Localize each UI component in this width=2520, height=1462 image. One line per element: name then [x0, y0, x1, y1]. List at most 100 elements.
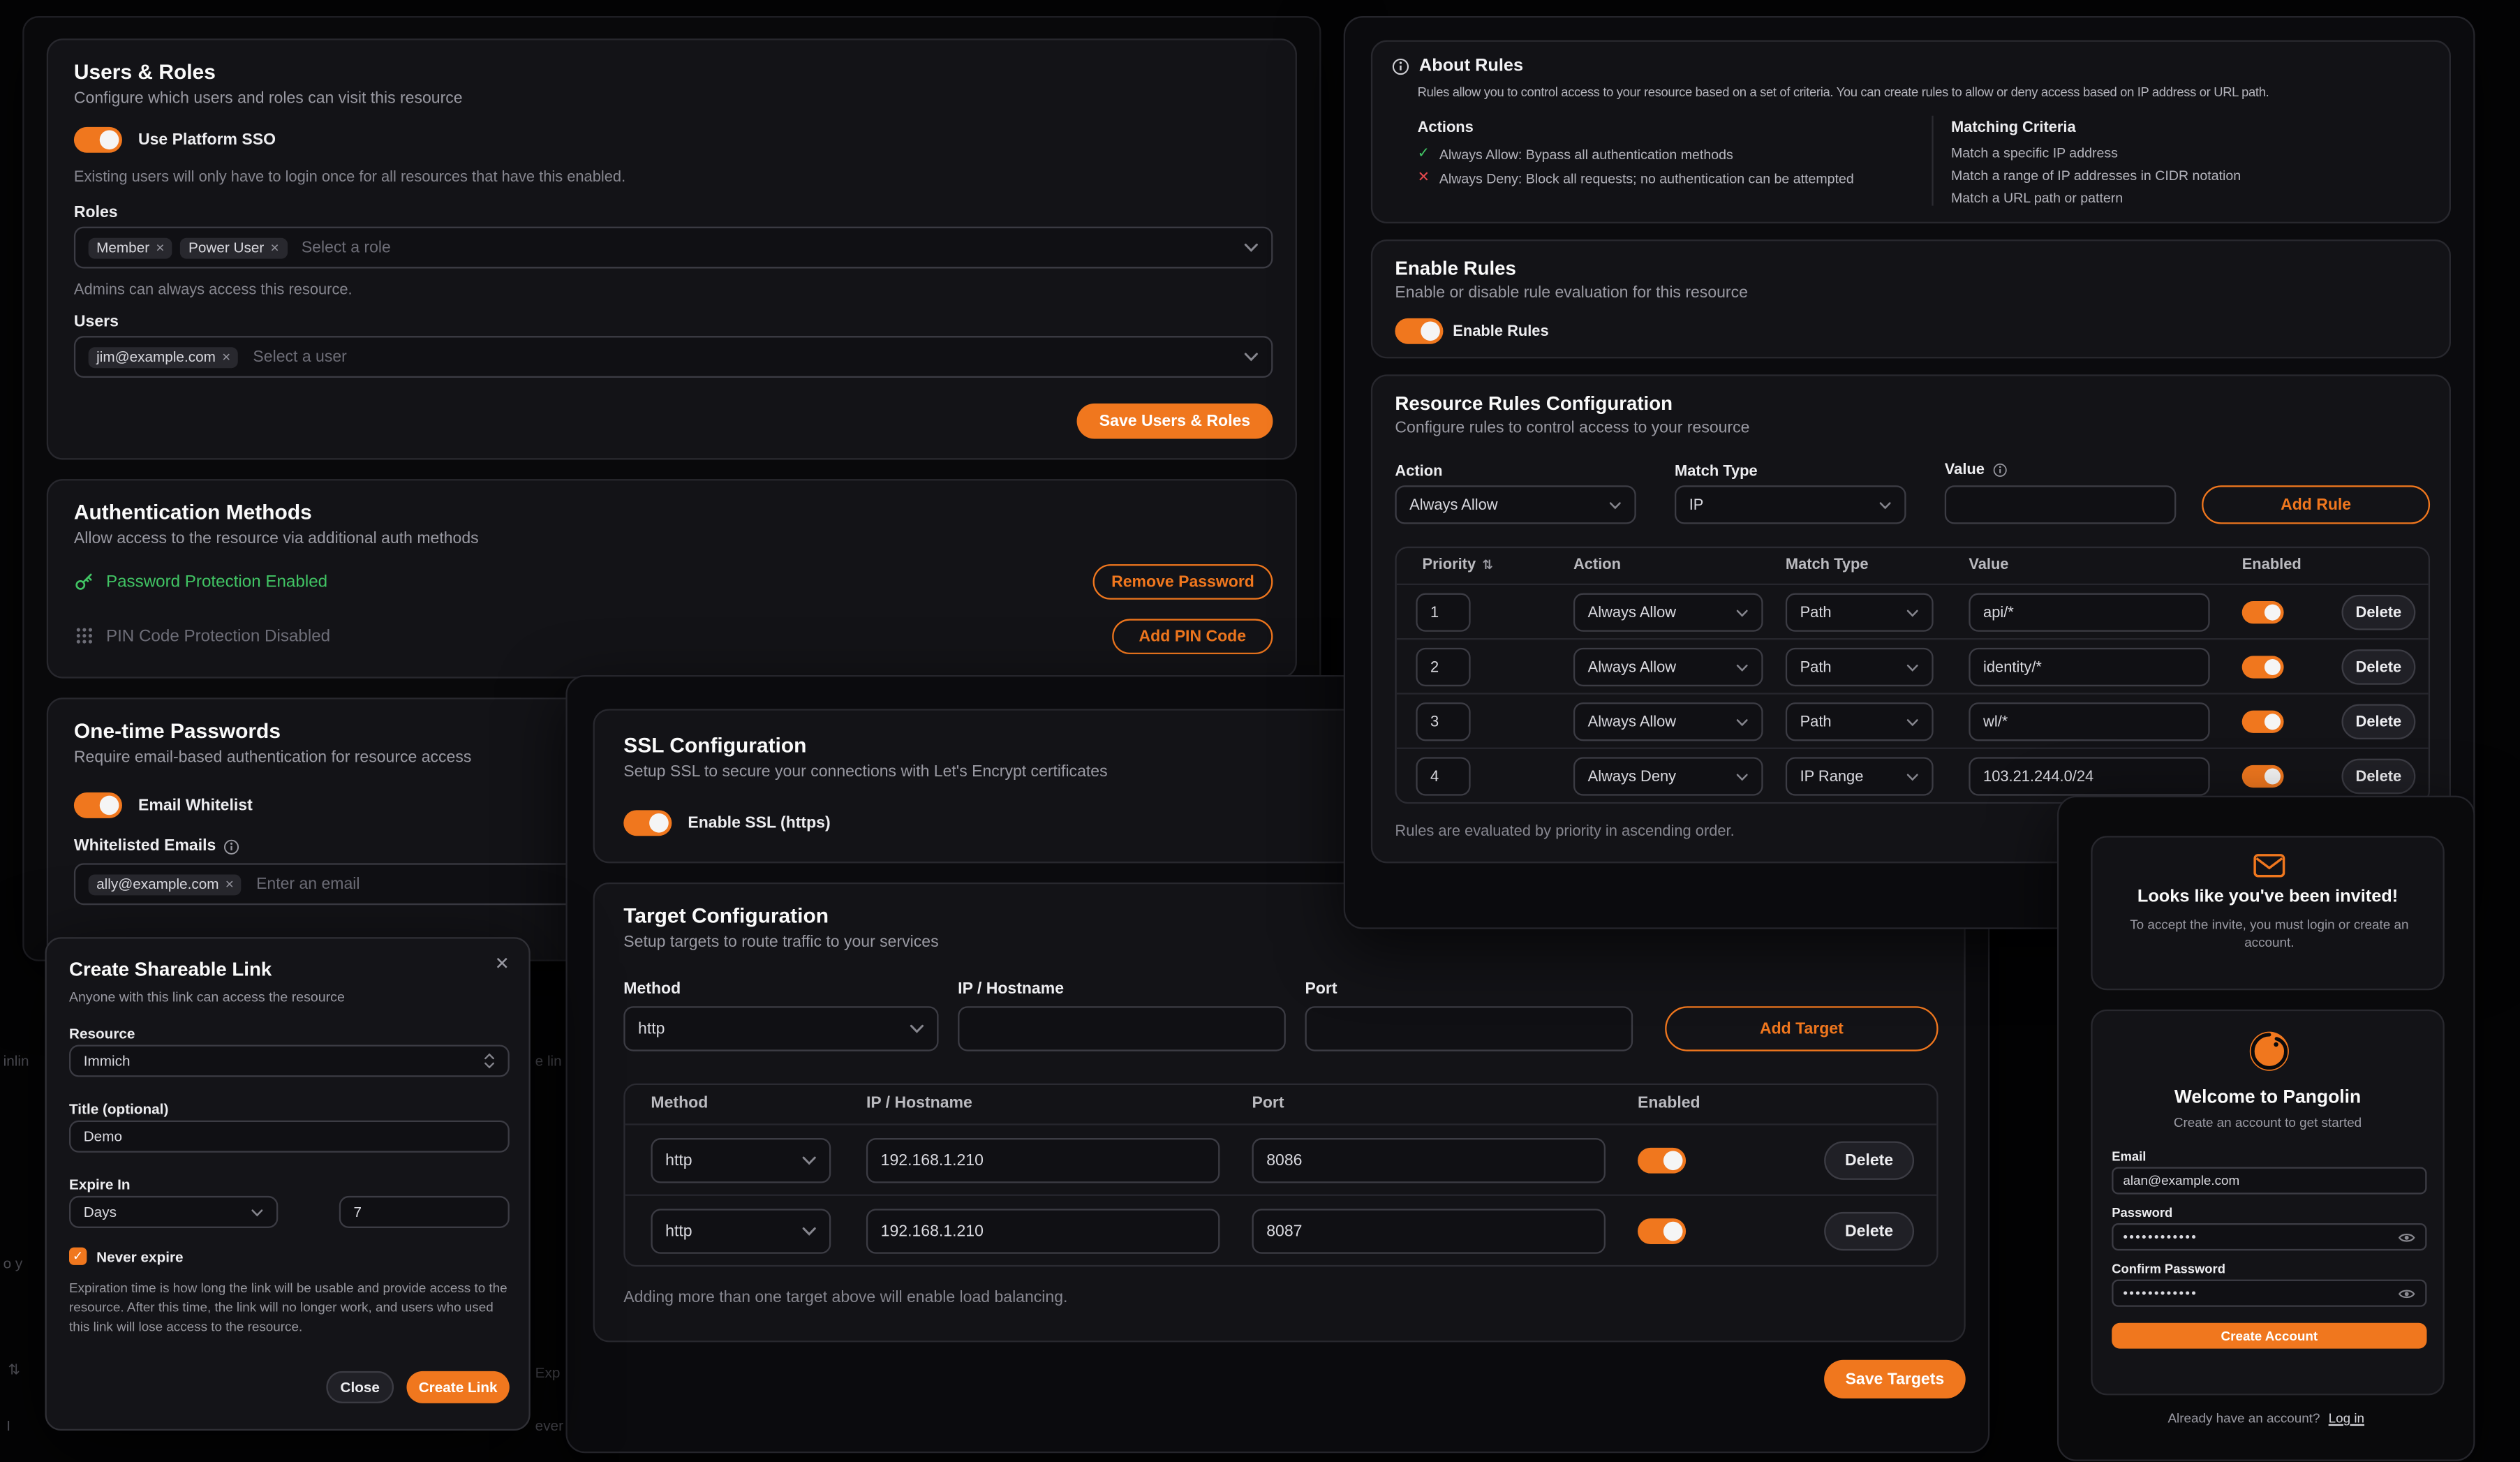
priority-input[interactable]: 4 [1416, 757, 1470, 795]
delete-rule-button[interactable]: Delete [2341, 759, 2415, 795]
select-value: http [665, 1223, 692, 1240]
password-field[interactable]: •••••••••••• [2112, 1223, 2426, 1250]
mail-icon [2253, 854, 2285, 878]
enable-rules-toggle[interactable] [1395, 318, 1443, 344]
resource-select[interactable]: Immich [69, 1044, 510, 1077]
rule-value-input[interactable]: identity/* [1969, 648, 2209, 686]
rule-match-select[interactable]: Path [1786, 648, 1934, 686]
chip-label: Member [96, 239, 149, 256]
close-button[interactable]: Close [326, 1371, 394, 1403]
create-account-button[interactable]: Create Account [2112, 1323, 2426, 1349]
stage: inlin e lin o y ⇅ Exp I ever Users & Rol… [0, 0, 2520, 1462]
row-method-select[interactable]: http [651, 1138, 831, 1183]
priority-input[interactable]: 2 [1416, 648, 1470, 686]
create-link-button[interactable]: Create Link [406, 1371, 509, 1403]
delete-rule-button[interactable]: Delete [2341, 649, 2415, 685]
confirm-password-field[interactable]: •••••••••••• [2112, 1280, 2426, 1307]
eye-icon[interactable] [2398, 1230, 2415, 1243]
modal-title: Create Shareable Link [69, 958, 272, 980]
ip-hostname-label: IP / Hostname [958, 980, 1064, 998]
row-enabled-toggle[interactable] [1638, 1218, 1686, 1244]
rule-match-select[interactable]: IP Range [1786, 757, 1934, 795]
delete-target-button[interactable]: Delete [1824, 1212, 1914, 1250]
deny-action-item: ✕ Always Deny: Block all requests; no au… [1418, 169, 1854, 186]
input-value: identity/* [1983, 658, 2042, 676]
rule-value-input[interactable]: wl/* [1969, 702, 2209, 741]
rule-value-input[interactable]: api/* [1969, 593, 2209, 632]
delete-rule-button[interactable]: Delete [2341, 704, 2415, 739]
users-select[interactable]: jim@example.com× Select a user [74, 336, 1273, 378]
card-subtitle: Setup targets to route traffic to your s… [623, 934, 938, 952]
priority-input[interactable]: 3 [1416, 702, 1470, 741]
rule-enabled-toggle[interactable] [2242, 656, 2284, 678]
rule-value-input[interactable]: 103.21.244.0/24 [1969, 757, 2209, 795]
rule-match-select[interactable]: Path [1786, 593, 1934, 632]
remove-password-button[interactable]: Remove Password [1093, 564, 1273, 600]
expiration-help-text: Expiration time is how long the link wil… [69, 1280, 510, 1337]
modal-subtitle: Anyone with this link can access the res… [69, 989, 345, 1005]
select-value: Always Allow [1588, 658, 1676, 676]
rule-action-select[interactable]: Always Allow [1573, 648, 1763, 686]
sort-icon[interactable]: ⇅ [1482, 558, 1492, 573]
delete-rule-button[interactable]: Delete [2341, 595, 2415, 630]
eye-icon[interactable] [2398, 1287, 2415, 1299]
remove-chip-icon[interactable]: × [222, 349, 230, 365]
row-port-input[interactable]: 8086 [1252, 1138, 1606, 1183]
method-select[interactable]: http [623, 1006, 938, 1051]
remove-chip-icon[interactable]: × [270, 239, 279, 256]
match-type-select[interactable]: IP [1675, 485, 1906, 524]
delete-target-button[interactable]: Delete [1824, 1142, 1914, 1180]
priority-input[interactable]: 1 [1416, 593, 1470, 632]
ip-hostname-input[interactable] [958, 1006, 1286, 1051]
rule-enabled-toggle[interactable] [2242, 601, 2284, 623]
rule-action-select[interactable]: Always Allow [1573, 593, 1763, 632]
desktop-background: inlin e lin o y ⇅ Exp I ever Users & Rol… [0, 0, 2520, 1462]
card-subtitle: Setup SSL to secure your connections wit… [623, 764, 1107, 781]
select-value: Always Allow [1409, 496, 1497, 513]
remove-chip-icon[interactable]: × [225, 876, 234, 892]
expire-unit-select[interactable]: Days [69, 1196, 278, 1228]
save-targets-button[interactable]: Save Targets [1824, 1360, 1966, 1398]
close-icon[interactable]: ✕ [495, 953, 510, 974]
sso-toggle[interactable] [74, 127, 122, 153]
row-ip-input[interactable]: 192.168.1.210 [866, 1209, 1220, 1253]
expire-value-input[interactable]: 7 [339, 1196, 510, 1228]
users-label: Users [74, 313, 119, 331]
rule-action-select[interactable]: Always Deny [1573, 757, 1763, 795]
save-users-roles-button[interactable]: Save Users & Roles [1077, 404, 1273, 439]
roles-help-text: Admins can always access this resource. [74, 281, 353, 299]
row-port-input[interactable]: 8087 [1252, 1209, 1606, 1253]
row-method-select[interactable]: http [651, 1209, 831, 1253]
never-expire-checkbox[interactable]: ✓ [69, 1248, 87, 1265]
col-header-value: Value [1969, 556, 2008, 574]
rule-enabled-toggle[interactable] [2242, 711, 2284, 733]
roles-select[interactable]: Member× Power User× Select a role [74, 227, 1273, 269]
background-text-fragment: e lin [535, 1053, 562, 1069]
col-header-priority[interactable]: Priority⇅ [1423, 556, 1493, 574]
title-input[interactable]: Demo [69, 1121, 510, 1153]
add-rule-button[interactable]: Add Rule [2202, 485, 2430, 524]
remove-chip-icon[interactable]: × [156, 239, 164, 256]
row-ip-input[interactable]: 192.168.1.210 [866, 1138, 1220, 1183]
login-link[interactable]: Log in [2329, 1411, 2364, 1426]
password-status-row: Password Protection Enabled [74, 570, 327, 591]
table-row: http 192.168.1.210 8086 Delete [625, 1123, 1937, 1194]
col-header-action: Action [1573, 556, 1621, 574]
email-whitelist-toggle[interactable] [74, 792, 122, 818]
col-header-port: Port [1252, 1095, 1284, 1112]
ssl-toggle[interactable] [623, 810, 672, 836]
row-enabled-toggle[interactable] [1638, 1148, 1686, 1174]
add-target-button[interactable]: Add Target [1665, 1006, 1938, 1051]
rule-action-select[interactable]: Always Allow [1573, 702, 1763, 741]
add-pin-button[interactable]: Add PIN Code [1112, 619, 1273, 654]
input-value: Demo [84, 1128, 122, 1144]
select-placeholder: Select a role [302, 239, 391, 256]
action-select[interactable]: Always Allow [1395, 485, 1636, 524]
rule-match-select[interactable]: Path [1786, 702, 1934, 741]
rule-enabled-toggle[interactable] [2242, 765, 2284, 788]
port-input[interactable] [1305, 1006, 1633, 1051]
email-field[interactable]: alan@example.com [2112, 1167, 2426, 1194]
background-text-fragment: o y [3, 1255, 23, 1271]
value-input[interactable] [1945, 485, 2177, 524]
criteria-column-title: Matching Criteria [1951, 119, 2076, 136]
